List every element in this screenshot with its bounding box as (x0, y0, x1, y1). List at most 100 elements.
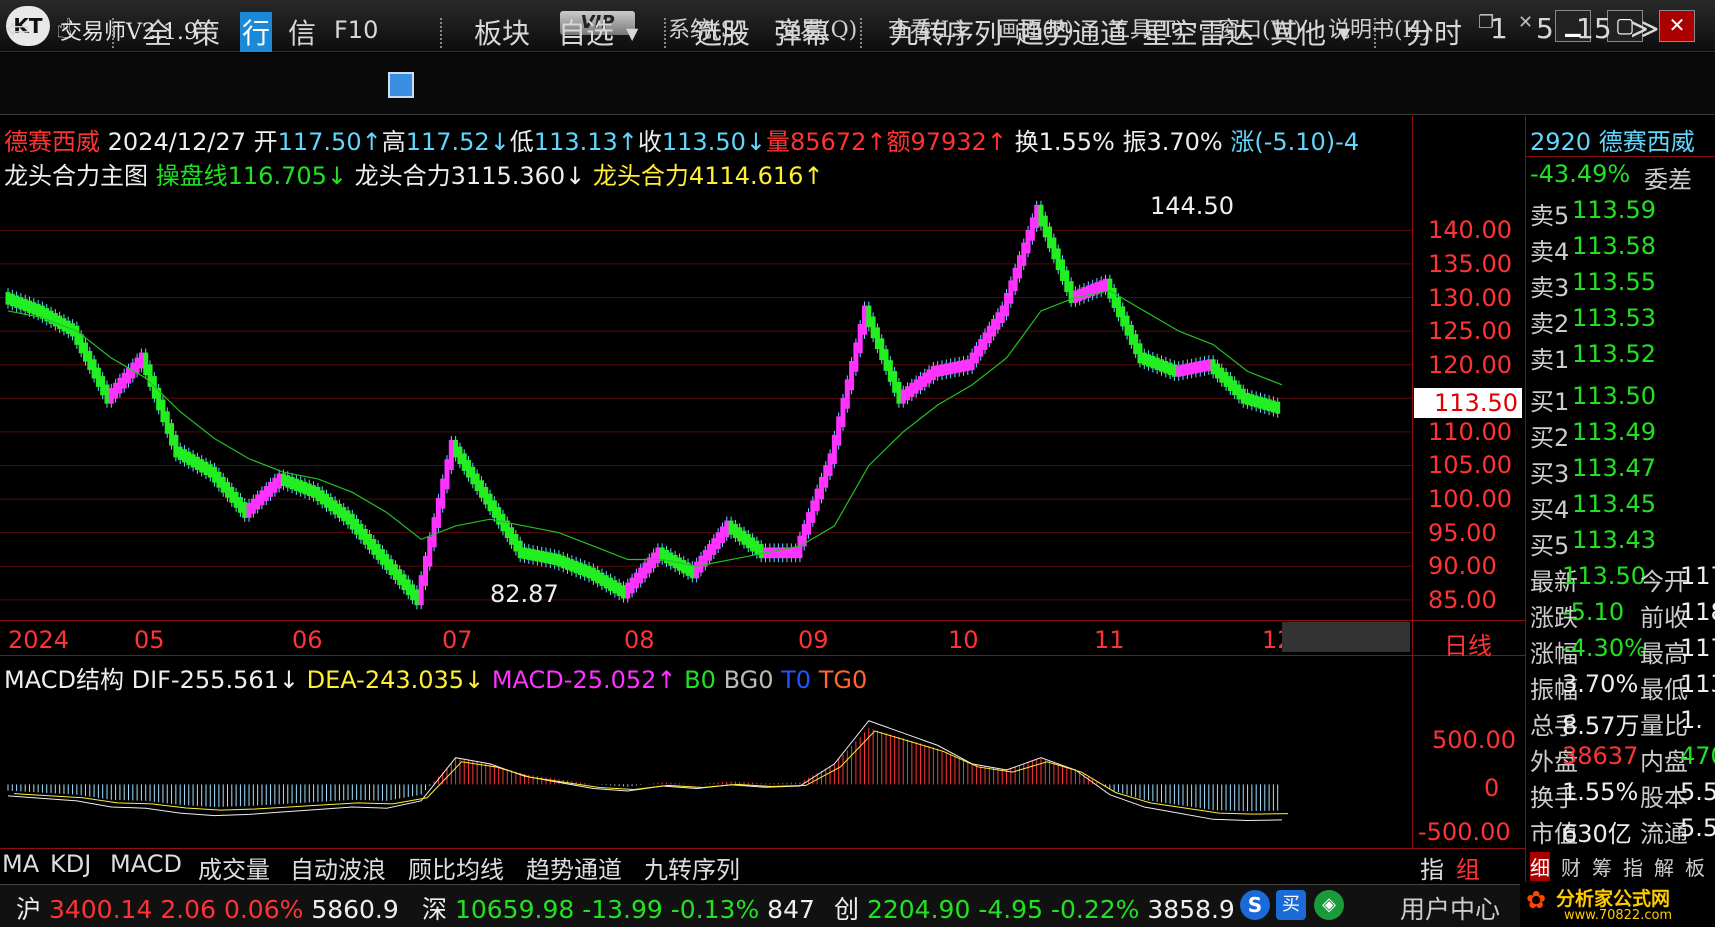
candle-body (1163, 360, 1169, 374)
tb-danmu[interactable]: 弹幕 (774, 12, 830, 52)
market-cy[interactable]: 创 2204.90 -4.95 -0.22% 3858.9 (834, 890, 1235, 926)
candle-body (220, 476, 226, 493)
ind-right-zhi[interactable]: 指 (1420, 850, 1444, 885)
panel-tab[interactable]: 筹 (1592, 852, 1612, 881)
tb-ce[interactable]: 策 (192, 12, 220, 52)
dif-label: DIF (131, 666, 171, 694)
candle-body (143, 352, 149, 376)
stock-name: 德赛西威 (4, 128, 100, 156)
close-small-icon[interactable]: ✕ (1518, 12, 1533, 33)
chevron-down-icon[interactable]: ▼ (626, 24, 638, 43)
candle-body (1158, 359, 1164, 372)
ind-gmma[interactable]: 顾比均线 (408, 850, 504, 885)
ind-td[interactable]: 九转序列 (644, 850, 740, 885)
watermark-url: www.70822.com (1564, 908, 1673, 923)
ind-right-zu[interactable]: 组 (1456, 850, 1480, 885)
market-sz[interactable]: 深 10659.98 -13.99 -0.13% 847 (422, 890, 815, 926)
sell-level-price: 113.58 (1572, 232, 1656, 260)
user-center-link[interactable]: 用户中心 (1400, 890, 1500, 926)
back-icon[interactable]: ⇦ (6, 12, 29, 45)
candle-body (999, 305, 1005, 324)
candle-body (362, 528, 368, 545)
more-right-icon[interactable]: ≫ (1630, 12, 1659, 45)
tb-qushi[interactable]: 趋势通道 (1016, 12, 1128, 52)
candle-body (625, 582, 631, 599)
tb-xin[interactable]: 信 (288, 12, 316, 52)
panel-tab[interactable]: 细 (1530, 852, 1550, 881)
candle-body (18, 297, 24, 310)
tb-jiuzhuan[interactable]: 九转序列 (890, 12, 1002, 52)
candle-body (319, 490, 325, 505)
period-label[interactable]: 日线 (1444, 626, 1492, 661)
tb-15min[interactable]: 15 (1576, 12, 1612, 45)
candle-body (1262, 397, 1268, 410)
high-label: 高 (381, 128, 406, 156)
buy-icon[interactable]: 买 (1276, 890, 1306, 920)
candle-body (1171, 364, 1177, 377)
candle-body (517, 540, 523, 559)
candle-body (836, 416, 842, 446)
tb-hang[interactable]: 行 (240, 12, 273, 52)
candle-body (397, 569, 403, 586)
panel-tab[interactable]: 解 (1654, 852, 1674, 881)
stat-value: 117. (1680, 562, 1715, 590)
cy-pct: -0.22% (1050, 895, 1140, 924)
macd-chart[interactable] (0, 692, 1412, 846)
candle-body (1223, 371, 1229, 387)
month-label: 09 (798, 626, 829, 654)
buy-level-price: 113.47 (1572, 454, 1656, 482)
tb-zixuan[interactable]: 自选 (558, 12, 614, 52)
tb-bankuai[interactable]: 板块 (474, 12, 530, 52)
candle-body (1245, 392, 1251, 405)
scroll-thumb[interactable] (1282, 622, 1410, 652)
candle-body (82, 342, 88, 362)
candle-body (194, 456, 200, 471)
candle-body (823, 465, 829, 488)
ind-channel[interactable]: 趋势通道 (526, 850, 622, 885)
candle-body (633, 572, 639, 589)
tb-xingkong[interactable]: 星空雷达 (1142, 12, 1254, 52)
candle-body (930, 366, 936, 381)
panel-divider-h (1526, 156, 1715, 157)
market-sh[interactable]: 沪 3400.14 2.06 0.06% 5860.9 (16, 890, 399, 926)
candle-body (689, 565, 695, 579)
tb-xuangu[interactable]: 选股 (694, 12, 750, 52)
ind-wave[interactable]: 自动波浪 (290, 850, 386, 885)
candle-body (1103, 278, 1109, 292)
candle-body (268, 481, 274, 497)
tb-5min[interactable]: 5 (1536, 12, 1554, 45)
ind-macd[interactable]: MACD (110, 850, 182, 878)
candle-body (401, 574, 407, 591)
chevron-down-icon[interactable]: ▼ (1338, 24, 1350, 43)
watermark-text: 分析家公式网 (1556, 888, 1671, 910)
candlestick-chart[interactable] (0, 190, 1412, 620)
panel-tab[interactable]: 指 (1623, 852, 1643, 881)
candle-body (1227, 376, 1233, 392)
tb-fenshi[interactable]: 分时 (1406, 12, 1462, 52)
candle-body (521, 547, 527, 560)
panel-tab[interactable]: 财 (1561, 852, 1581, 881)
axis-divider (1412, 116, 1413, 848)
tb-qita[interactable]: 其他 (1270, 12, 1326, 52)
buy-level-label: 买5 (1530, 532, 1570, 560)
tb-1min[interactable]: 1 (1490, 12, 1508, 45)
candle-body (285, 475, 291, 488)
layout-icon[interactable] (388, 72, 414, 98)
panel-tab[interactable]: 板 (1685, 852, 1705, 881)
refresh-icon[interactable]: ◈ (1314, 890, 1344, 920)
ind-kdj[interactable]: KDJ (50, 850, 91, 878)
candle-body (668, 552, 674, 566)
ind-volume[interactable]: 成交量 (198, 850, 270, 885)
ind-ma[interactable]: MA (2, 850, 39, 878)
candle-body (1038, 204, 1044, 227)
s-icon[interactable]: S (1240, 890, 1270, 920)
tb-quan[interactable]: 全 (144, 12, 172, 52)
hand-icon[interactable]: ☝ (56, 12, 73, 45)
macd-name: MACD结构 (4, 666, 124, 694)
sell-level-price: 113.55 (1572, 268, 1656, 296)
candle-body (1219, 367, 1225, 383)
candle-body (870, 316, 876, 339)
close-icon[interactable]: ✕ (1659, 10, 1695, 42)
tb-f10[interactable]: F10 (334, 16, 378, 44)
candle-body (539, 550, 545, 563)
